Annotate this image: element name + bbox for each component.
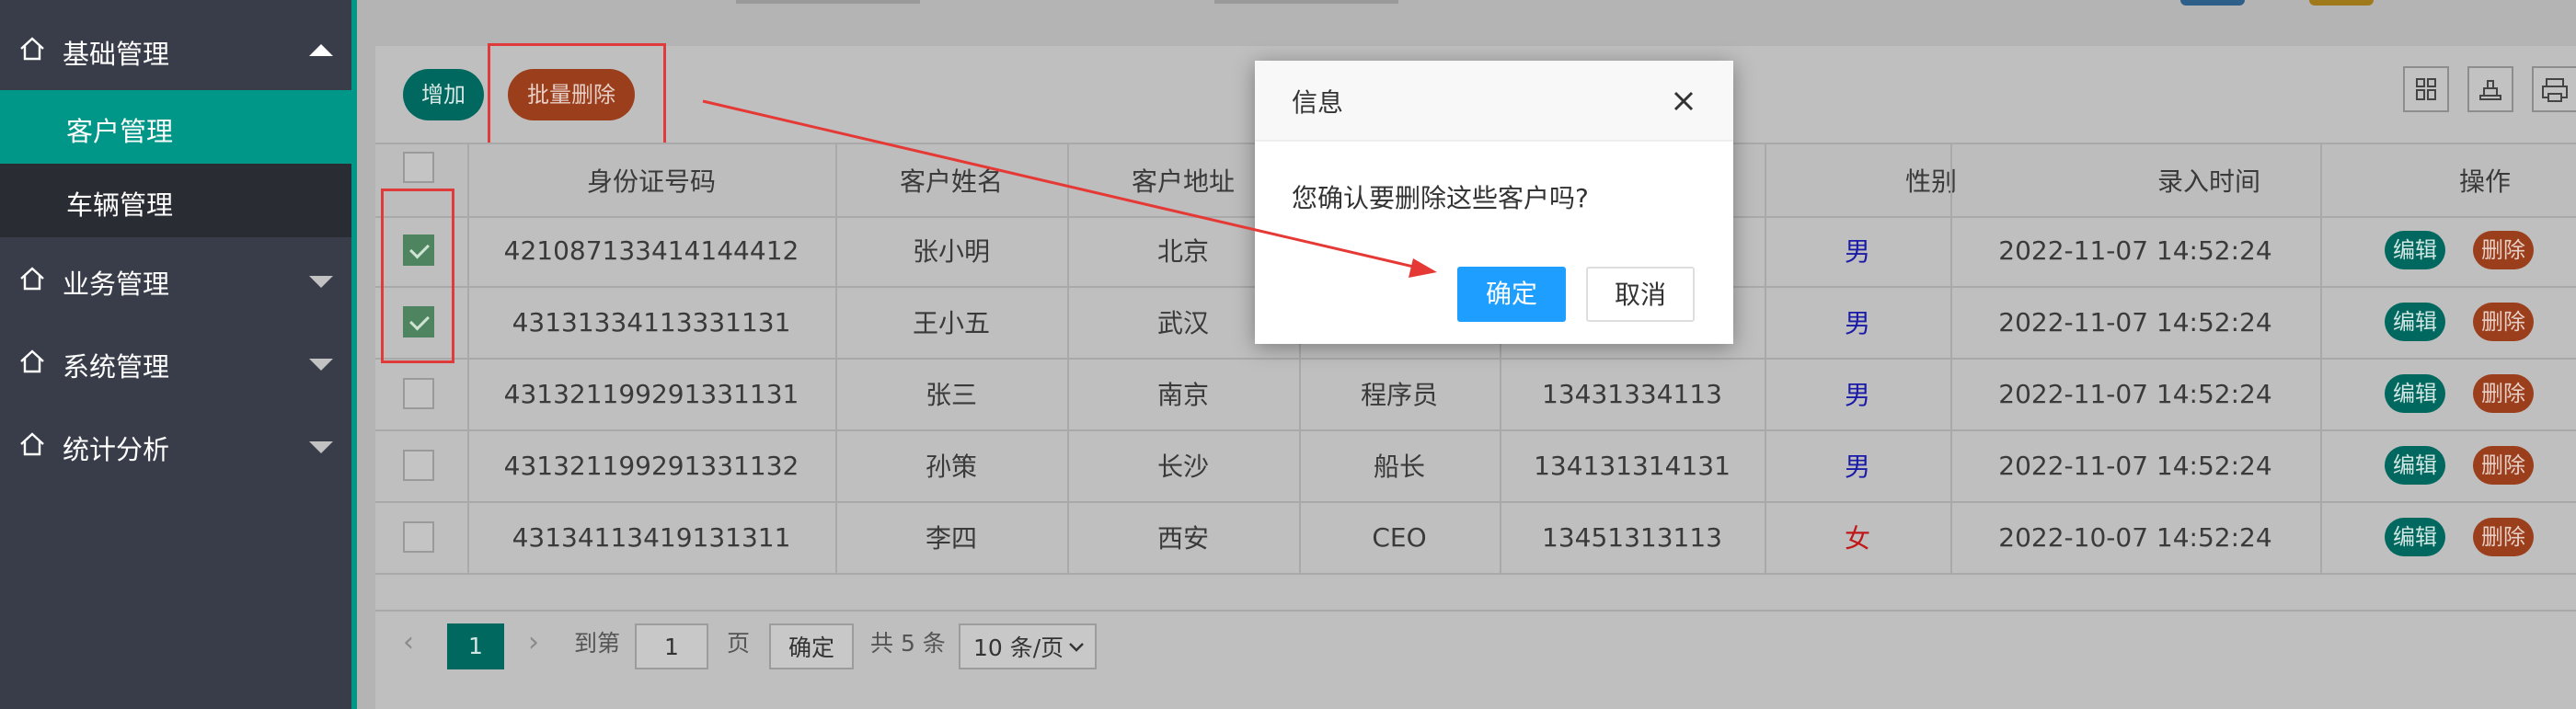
caret-down-icon: [309, 276, 333, 288]
dialog-header: 信息: [1255, 61, 1733, 142]
page-unit: 页: [727, 630, 751, 657]
row-checkbox[interactable]: [403, 378, 434, 409]
cell-gender: 男: [1844, 236, 1870, 267]
nav-item-label: 基础管理: [63, 39, 170, 70]
delete-button[interactable]: 删除: [2473, 303, 2534, 341]
cell-time: 2022-10-07 14:52:24: [1998, 521, 2272, 553]
sidebar-item-customer[interactable]: 客户管理: [0, 90, 351, 164]
goto-confirm-button[interactable]: 确定: [769, 623, 854, 669]
cell-job: 船长: [1373, 452, 1425, 482]
edit-button[interactable]: 编辑: [2385, 303, 2445, 341]
nav-item-label: 业务管理: [63, 269, 170, 300]
delete-button[interactable]: 删除: [2473, 231, 2534, 269]
export-icon[interactable]: [2467, 66, 2513, 112]
cell-job: CEO: [1372, 521, 1427, 553]
delete-button[interactable]: 删除: [2473, 374, 2534, 413]
nav-item-basic[interactable]: 基础管理: [0, 13, 351, 86]
delete-button[interactable]: 删除: [2473, 518, 2534, 556]
caret-down-icon: [309, 441, 333, 453]
cell-name: 王小五: [912, 308, 990, 338]
annotation-box-checkboxes: [381, 189, 454, 363]
confirm-button[interactable]: 确定: [1457, 267, 1566, 322]
search-field-edge: [1214, 0, 1398, 4]
caret-up-icon: [309, 44, 333, 56]
table-footer-divider: [375, 610, 2576, 612]
search-field-edge: [736, 0, 920, 4]
caret-down-icon: [309, 359, 333, 371]
nav-item-label: 系统管理: [63, 351, 170, 383]
edit-button[interactable]: 编辑: [2385, 374, 2445, 413]
delete-button[interactable]: 删除: [2473, 446, 2534, 485]
cell-time: 2022-11-07 14:52:24: [1998, 378, 2272, 409]
cell-id: 43134113419131311: [512, 521, 791, 553]
cell-name: 张小明: [912, 236, 990, 267]
cell-gender: 男: [1844, 380, 1870, 410]
goto-label: 到第: [574, 630, 621, 657]
cancel-button[interactable]: 取消: [1586, 267, 1695, 322]
cell-time: 2022-11-07 14:52:24: [1998, 450, 2272, 481]
sub-item-label: 客户管理: [66, 116, 174, 147]
cell-phone: 134131314131: [1534, 450, 1731, 481]
home-icon: [20, 267, 44, 291]
sidebar: 基础管理 客户管理 车辆管理 业务管理 系统管理 统计分析: [0, 0, 351, 709]
cell-id: 43131334113331131: [512, 306, 791, 337]
edit-button[interactable]: 编辑: [2385, 446, 2445, 485]
cell-id: 431321199291331131: [503, 378, 799, 409]
nav-item-business[interactable]: 业务管理: [0, 243, 351, 316]
cell-gender: 女: [1844, 523, 1870, 554]
cell-gender: 男: [1844, 308, 1870, 338]
cell-name: 孙策: [925, 452, 977, 482]
sidebar-item-vehicle[interactable]: 车辆管理: [0, 164, 351, 237]
edit-button[interactable]: 编辑: [2385, 518, 2445, 556]
columns-filter-icon[interactable]: [2403, 66, 2449, 112]
page-size-select[interactable]: 10 条/页: [959, 623, 1097, 669]
cell-name: 张三: [925, 380, 977, 410]
cell-time: 2022-11-07 14:52:24: [1998, 306, 2272, 337]
cell-id: 431321199291331132: [503, 450, 799, 481]
cell-address: 南京: [1156, 380, 1209, 410]
cell-name: 李四: [925, 523, 977, 554]
add-button[interactable]: 增加: [403, 69, 484, 120]
home-icon: [20, 349, 44, 373]
cell-phone: 13431334113: [1542, 378, 1722, 409]
nav-item-stats[interactable]: 统计分析: [0, 408, 351, 482]
edit-button[interactable]: 编辑: [2385, 231, 2445, 269]
home-icon: [20, 37, 44, 61]
select-all-checkbox[interactable]: [403, 152, 434, 183]
nav-item-system[interactable]: 系统管理: [0, 326, 351, 399]
cell-id: 421087133414144412: [503, 234, 799, 266]
dialog-message: 您确认要删除这些客户吗?: [1292, 183, 1589, 213]
dialog-title: 信息: [1292, 87, 1344, 118]
current-page[interactable]: 1: [447, 623, 504, 669]
row-checkbox[interactable]: [403, 450, 434, 481]
close-icon[interactable]: [1667, 85, 1700, 118]
cell-address: 西安: [1156, 523, 1209, 554]
reset-button-edge[interactable]: [2309, 0, 2374, 6]
cell-time: 2022-11-07 14:52:24: [1998, 234, 2272, 266]
chevron-down-icon: [1069, 643, 1084, 652]
column-header: 客户姓名: [899, 166, 1003, 197]
home-icon: [20, 432, 44, 456]
column-header: 操作: [2458, 166, 2511, 197]
cell-address: 长沙: [1156, 452, 1209, 482]
column-header: 性别: [1904, 166, 1957, 197]
cell-gender: 男: [1844, 452, 1870, 482]
cell-phone: 13451313113: [1542, 521, 1722, 553]
page-size-value: 10 条/页: [973, 635, 1064, 661]
total-count: 共 5 条: [870, 630, 946, 657]
column-header: 录入时间: [2156, 166, 2260, 197]
cell-job: 程序员: [1360, 380, 1438, 410]
page-input[interactable]: 1: [635, 623, 708, 669]
next-page-icon[interactable]: ›: [528, 618, 539, 666]
search-button-edge[interactable]: [2180, 0, 2245, 6]
sub-item-label: 车辆管理: [66, 189, 174, 221]
annotation-box-batch: [488, 43, 666, 146]
prev-page-icon[interactable]: ‹: [403, 618, 414, 666]
row-checkbox[interactable]: [403, 521, 434, 553]
nav-item-label: 统计分析: [63, 434, 170, 465]
column-header: 身份证号码: [586, 166, 716, 197]
print-icon[interactable]: [2532, 66, 2576, 112]
